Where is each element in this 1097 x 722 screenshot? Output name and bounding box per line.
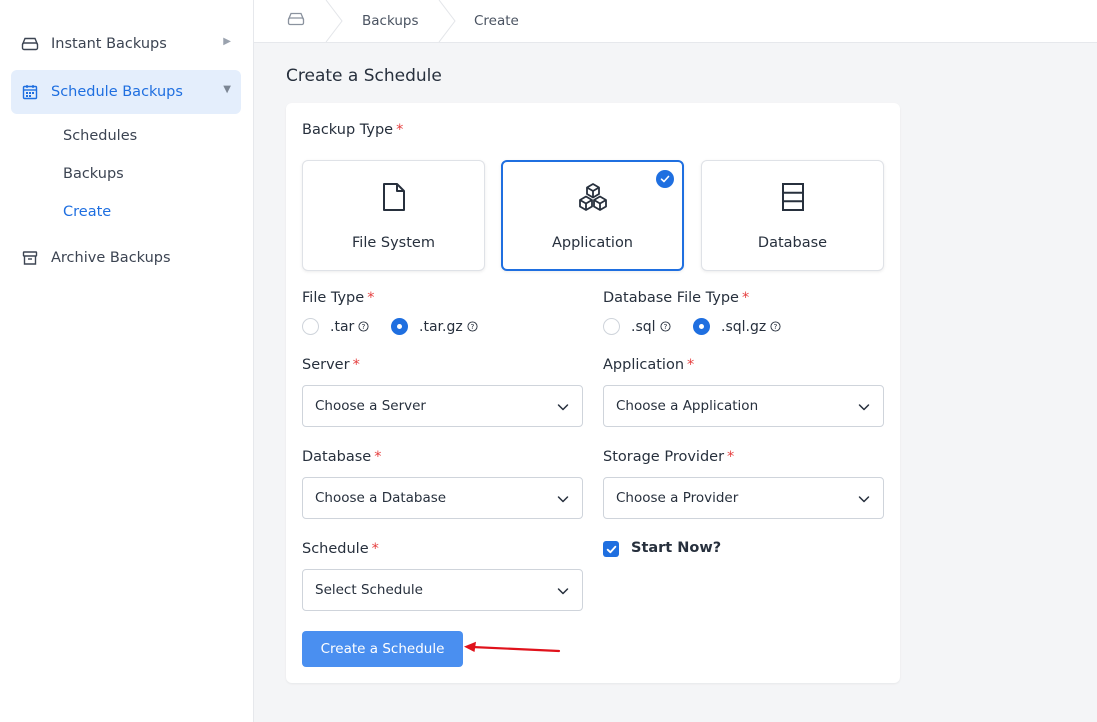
- backup-type-label-text: Application: [551, 235, 634, 251]
- caret-down-icon: ▼: [223, 84, 231, 95]
- help-circle-icon[interactable]: ?: [358, 321, 369, 332]
- svg-text:?: ?: [774, 322, 778, 331]
- chevron-down-icon: [557, 404, 569, 411]
- backup-type-label: Backup Type *: [302, 122, 404, 138]
- archive-icon: [21, 249, 39, 267]
- storage-provider-select[interactable]: Choose a Provider: [603, 477, 884, 519]
- check-circle-icon: [656, 170, 674, 188]
- db-file-type-label: Database File Type *: [603, 290, 750, 306]
- schedule-label: Schedule *: [302, 541, 379, 557]
- sidebar-subitem-schedules[interactable]: Schedules: [63, 128, 137, 144]
- check-icon: [606, 545, 616, 553]
- sidebar-item-label: Instant Backups: [51, 36, 167, 52]
- database-select[interactable]: Choose a Database: [302, 477, 583, 519]
- chevron-down-icon: [858, 496, 870, 503]
- radio-label: .tar.gz: [419, 318, 463, 335]
- backup-type-file-system[interactable]: File System: [302, 160, 485, 271]
- required-mark: *: [687, 357, 695, 373]
- calendar-icon: [21, 83, 39, 101]
- radio-targz[interactable]: [391, 318, 408, 335]
- select-value: Choose a Server: [315, 398, 426, 414]
- radio-tar[interactable]: [302, 318, 319, 335]
- breadcrumb-separator: [438, 0, 456, 42]
- radio-label: .tar: [330, 318, 355, 335]
- db-file-type-option-sql: .sql ?: [603, 318, 671, 335]
- application-label: Application *: [603, 357, 695, 373]
- sidebar-item-label: Archive Backups: [51, 250, 171, 266]
- chevron-down-icon: [858, 404, 870, 411]
- annotation-arrow-icon: [464, 641, 561, 653]
- file-icon: [382, 183, 405, 211]
- breadcrumb-item-create: Create: [474, 13, 519, 29]
- required-mark: *: [371, 541, 379, 557]
- sidebar-subitem-create[interactable]: Create: [63, 204, 111, 220]
- chevron-down-icon: [557, 588, 569, 595]
- required-mark: *: [727, 449, 735, 465]
- select-value: Choose a Database: [315, 490, 447, 506]
- radio-label: .sql.gz: [721, 318, 767, 335]
- required-mark: *: [741, 290, 750, 306]
- sidebar-item-schedule-backups[interactable]: Schedule Backups ▼: [11, 70, 241, 114]
- backup-type-database[interactable]: Database: [701, 160, 884, 271]
- help-circle-icon[interactable]: ?: [770, 321, 781, 332]
- schedule-select[interactable]: Select Schedule: [302, 569, 583, 611]
- file-type-option-targz: .tar.gz ?: [391, 318, 478, 335]
- storage-provider-label: Storage Provider *: [603, 449, 735, 465]
- file-type-option-tar: .tar ?: [302, 318, 369, 335]
- sidebar: Instant Backups ▶ Schedule Backups ▼ Sch…: [0, 0, 254, 722]
- breadcrumb: Backups Create: [254, 0, 1097, 43]
- page-title: Create a Schedule: [286, 66, 442, 86]
- drive-icon: [287, 12, 305, 30]
- sidebar-item-archive-backups[interactable]: Archive Backups: [11, 236, 241, 280]
- select-value: Choose a Application: [616, 398, 759, 414]
- required-mark: *: [396, 122, 404, 138]
- svg-text:?: ?: [663, 322, 667, 331]
- sidebar-item-label: Schedule Backups: [51, 84, 183, 100]
- cubes-icon: [578, 183, 607, 211]
- application-select[interactable]: Choose a Application: [603, 385, 884, 427]
- db-file-type-option-sqlgz: .sql.gz ?: [693, 318, 781, 335]
- radio-label: .sql: [631, 318, 656, 335]
- start-now-label[interactable]: Start Now?: [631, 540, 721, 556]
- database-label: Database *: [302, 449, 382, 465]
- radio-sqlgz[interactable]: [693, 318, 710, 335]
- required-mark: *: [374, 449, 382, 465]
- start-now-checkbox[interactable]: [603, 541, 619, 557]
- required-mark: *: [367, 290, 375, 306]
- svg-text:?: ?: [362, 322, 366, 331]
- server-select[interactable]: Choose a Server: [302, 385, 583, 427]
- required-mark: *: [352, 357, 360, 373]
- file-type-label: File Type *: [302, 290, 375, 306]
- drive-icon: [21, 35, 39, 53]
- sidebar-item-instant-backups[interactable]: Instant Backups ▶: [11, 22, 241, 66]
- select-value: Select Schedule: [315, 582, 423, 598]
- backup-type-application[interactable]: Application: [501, 160, 684, 271]
- breadcrumb-home[interactable]: [287, 0, 305, 42]
- sidebar-subitem-backups[interactable]: Backups: [63, 166, 124, 182]
- chevron-down-icon: [557, 496, 569, 503]
- breadcrumb-item-backups[interactable]: Backups: [362, 0, 419, 42]
- caret-right-icon: ▶: [223, 36, 231, 47]
- backup-type-label-text: File System: [352, 235, 435, 251]
- help-circle-icon[interactable]: ?: [659, 321, 671, 332]
- radio-sql[interactable]: [603, 318, 620, 335]
- server-label: Server *: [302, 357, 360, 373]
- database-icon: [781, 183, 804, 211]
- select-value: Choose a Provider: [616, 490, 739, 506]
- backup-type-label-text: Database: [757, 235, 828, 251]
- help-circle-icon[interactable]: ?: [467, 321, 478, 332]
- svg-text:?: ?: [470, 322, 474, 331]
- create-schedule-button[interactable]: Create a Schedule: [302, 631, 463, 667]
- breadcrumb-separator: [325, 0, 343, 42]
